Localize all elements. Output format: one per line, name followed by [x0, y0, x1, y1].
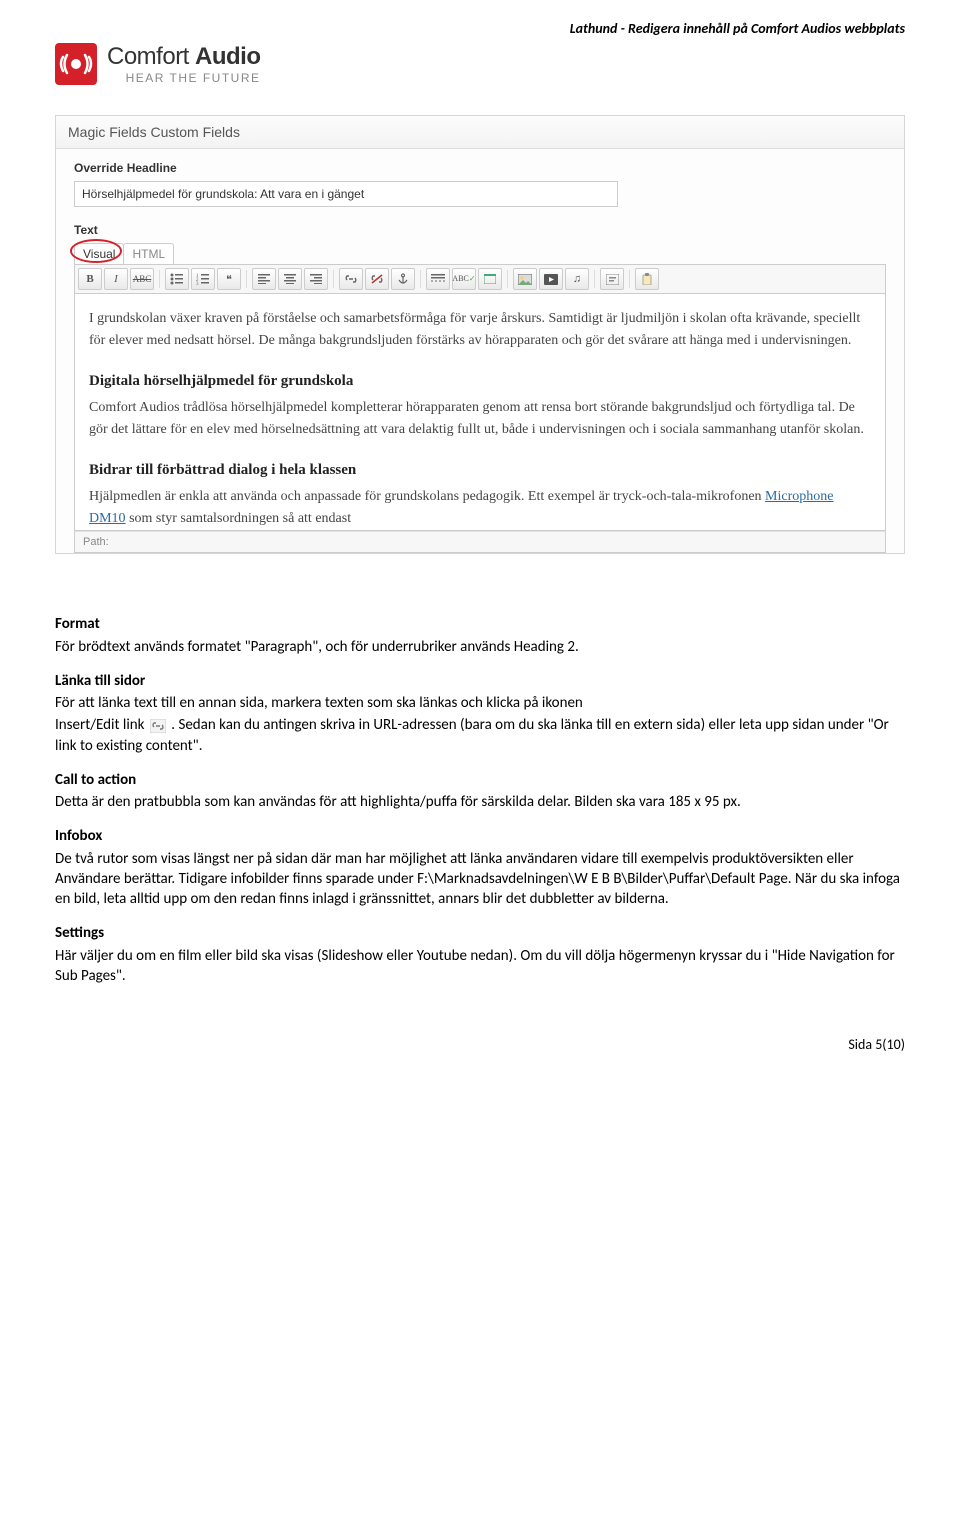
audio-button[interactable]: ♫ — [565, 268, 589, 290]
align-center-button[interactable] — [278, 268, 302, 290]
link-icon — [150, 719, 166, 733]
editor-paragraph: I grundskolan växer kraven på förståelse… — [89, 308, 871, 353]
section-heading-cta: Call to action — [55, 770, 905, 790]
section-text: För att länka text till en annan sida, m… — [55, 693, 905, 713]
shortcode-button[interactable] — [600, 268, 624, 290]
section-text: För brödtext används formatet "Paragraph… — [55, 637, 905, 657]
strike-button[interactable]: ABC — [130, 268, 154, 290]
editor-path-bar: Path: — [74, 531, 886, 553]
override-headline-input[interactable] — [74, 181, 618, 207]
running-header: Lathund - Redigera innehåll på Comfort A… — [55, 20, 905, 37]
unlink-button[interactable] — [365, 268, 389, 290]
editor-heading: Bidrar till förbättrad dialog i hela kla… — [89, 458, 871, 482]
section-text: Detta är den pratbubbla som kan användas… — [55, 792, 905, 812]
logo-icon — [55, 43, 97, 85]
tab-visual[interactable]: Visual — [74, 243, 124, 264]
paste-button[interactable] — [635, 268, 659, 290]
override-headline-label: Override Headline — [74, 161, 886, 175]
anchor-button[interactable] — [391, 268, 415, 290]
panel-title: Magic Fields Custom Fields — [56, 116, 904, 149]
spellcheck-button[interactable]: ABC✓ — [452, 268, 476, 290]
section-text: De två rutor som visas längst ner på sid… — [55, 849, 905, 910]
link-button[interactable] — [339, 268, 363, 290]
editor-content[interactable]: I grundskolan växer kraven på förståelse… — [74, 294, 886, 531]
image-button[interactable] — [513, 268, 537, 290]
cms-panel: Magic Fields Custom Fields Override Head… — [55, 115, 905, 554]
section-heading-infobox: Infobox — [55, 826, 905, 846]
align-left-button[interactable] — [252, 268, 276, 290]
brand-name: Comfort Audio — [107, 43, 261, 71]
italic-button[interactable]: I — [104, 268, 128, 290]
editor-toolbar: B I ABC 123 ❝ ABC✓ ♫ — [74, 264, 886, 294]
blockquote-button[interactable]: ❝ — [217, 268, 241, 290]
section-heading-lanka: Länka till sidor — [55, 671, 905, 691]
bold-button[interactable]: B — [78, 268, 102, 290]
number-list-button[interactable]: 123 — [191, 268, 215, 290]
brand-tagline: HEAR THE FUTURE — [107, 71, 261, 85]
fullscreen-button[interactable] — [478, 268, 502, 290]
section-heading-format: Format — [55, 614, 905, 634]
page-footer: Sida 5(10) — [55, 1036, 905, 1053]
section-text: Här väljer du om en film eller bild ska … — [55, 946, 905, 987]
section-heading-settings: Settings — [55, 923, 905, 943]
media-button[interactable] — [539, 268, 563, 290]
tab-html[interactable]: HTML — [123, 243, 174, 264]
svg-text:3: 3 — [196, 282, 199, 285]
section-text: Insert/Edit link . Sedan kan du antingen… — [55, 715, 905, 756]
logo: Comfort Audio HEAR THE FUTURE — [55, 43, 905, 85]
more-break-button[interactable] — [426, 268, 450, 290]
text-field-label: Text — [74, 223, 886, 237]
document-body: Format För brödtext används formatet "Pa… — [55, 614, 905, 986]
bullet-list-button[interactable] — [165, 268, 189, 290]
align-right-button[interactable] — [304, 268, 328, 290]
editor-paragraph: Hjälpmedlen är enkla att använda och anp… — [89, 486, 871, 531]
editor-heading: Digitala hörselhjälpmedel för grundskola — [89, 369, 871, 393]
editor-paragraph: Comfort Audios trådlösa hörselhjälpmedel… — [89, 397, 871, 442]
